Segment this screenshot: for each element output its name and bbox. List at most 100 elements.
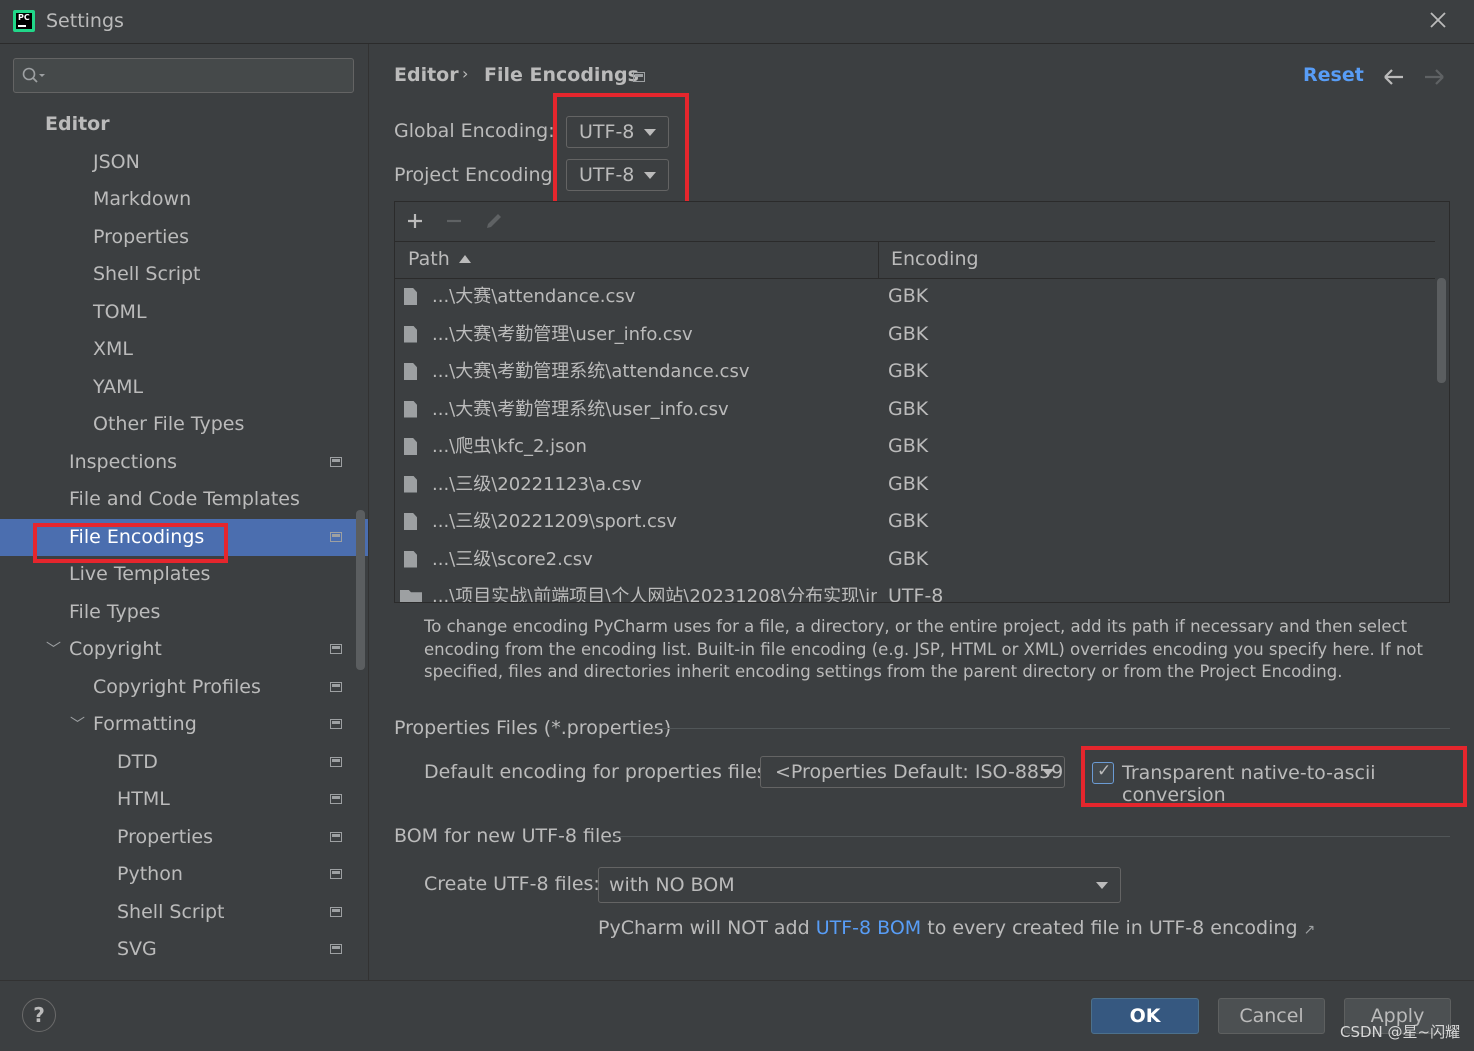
tree-item-label: TOML: [93, 301, 147, 323]
project-encoding-select[interactable]: UTF-8: [566, 159, 669, 191]
table-scrollbar[interactable]: [1435, 278, 1448, 602]
watermark: CSDN @星~闪耀: [1340, 1023, 1461, 1041]
tree-item-markdown[interactable]: Markdown: [0, 181, 368, 218]
tree-item-file-and-code-templates[interactable]: File and Code Templates: [0, 481, 368, 518]
row-encoding[interactable]: GBK: [888, 353, 928, 390]
tree-item-shell-script-formatting[interactable]: Shell Script: [0, 894, 368, 931]
row-encoding[interactable]: GBK: [888, 391, 928, 428]
row-encoding[interactable]: GBK: [888, 541, 928, 578]
table-row[interactable]: ...\三级\20221123\a.csv GBK: [395, 466, 1435, 503]
table-row[interactable]: ...\爬虫\kfc_2.json GBK: [395, 428, 1435, 465]
column-header-path[interactable]: Path: [408, 248, 450, 270]
chevron-down-icon[interactable]: ﹀: [70, 706, 85, 743]
tree-item-label: File Types: [69, 601, 161, 623]
row-encoding[interactable]: GBK: [888, 466, 928, 503]
tree-item-formatting[interactable]: ﹀ Formatting: [0, 706, 368, 743]
tree-item-label: XML: [93, 338, 133, 360]
edit-pencil-icon[interactable]: [484, 211, 504, 231]
table-row[interactable]: ...\大赛\考勤管理系统\attendance.csv GBK: [395, 353, 1435, 390]
remove-icon[interactable]: [445, 212, 463, 230]
file-icon: [404, 325, 417, 343]
tree-item-label: JSON: [93, 151, 140, 173]
file-icon: [404, 288, 417, 305]
help-button[interactable]: ?: [22, 998, 56, 1032]
tree-item-editor[interactable]: Editor: [0, 106, 368, 143]
project-scope-icon: [330, 832, 342, 842]
tree-item-svg[interactable]: SVG: [0, 931, 368, 968]
properties-encoding-value: <Properties Default: ISO-8859-1>: [775, 761, 1064, 783]
tree-item-label: Python: [117, 863, 183, 885]
project-scope-icon: [330, 719, 342, 729]
project-scope-icon: [330, 644, 342, 654]
tree-item-html[interactable]: HTML: [0, 781, 368, 818]
tree-item-label: Shell Script: [93, 263, 201, 285]
tree-item-file-encodings[interactable]: File Encodings: [0, 519, 368, 556]
tree-item-file-types[interactable]: File Types: [0, 594, 368, 631]
tree-item-python[interactable]: Python: [0, 856, 368, 893]
bom-note: PyCharm will NOT add UTF-8 BOM to every …: [598, 917, 1315, 939]
ascii-conversion-label[interactable]: Transparent native-to-ascii conversion: [1122, 762, 1474, 806]
properties-encoding-select[interactable]: <Properties Default: ISO-8859-1>: [760, 756, 1065, 788]
table-row[interactable]: ...\三级\score2.csv GBK: [395, 541, 1435, 578]
bom-note-prefix: PyCharm will NOT add: [598, 917, 810, 939]
row-encoding[interactable]: GBK: [888, 503, 928, 540]
utf8-bom-link[interactable]: UTF-8 BOM: [816, 917, 921, 939]
column-divider[interactable]: [878, 242, 879, 278]
row-path: ...\三级\20221209\sport.csv: [432, 511, 677, 532]
project-scope-icon: [330, 757, 342, 767]
project-scope-icon: [330, 457, 342, 467]
back-arrow-icon[interactable]: [1382, 66, 1406, 88]
global-encoding-select[interactable]: UTF-8: [566, 116, 669, 148]
tree-item-inspections[interactable]: Inspections: [0, 444, 368, 481]
tree-item-label: Properties: [93, 226, 190, 248]
tree-item-other-file-types[interactable]: Other File Types: [0, 406, 368, 443]
reset-link[interactable]: Reset: [1303, 64, 1364, 86]
close-icon[interactable]: [1426, 8, 1450, 32]
tree-item-label: Copyright: [69, 638, 162, 660]
tree-item-shell-script[interactable]: Shell Script: [0, 256, 368, 293]
tree-item-copyright[interactable]: ﹀ Copyright: [0, 631, 368, 668]
chevron-down-icon[interactable]: ﹀: [46, 631, 61, 668]
ok-button[interactable]: OK: [1091, 998, 1199, 1034]
external-link-icon: ↗: [1303, 922, 1316, 938]
table-scrollbar-thumb[interactable]: [1437, 278, 1446, 383]
tree-item-label: YAML: [93, 376, 144, 398]
table-row[interactable]: ...\大赛\attendance.csv GBK: [395, 278, 1435, 315]
tree-item-dtd[interactable]: DTD: [0, 744, 368, 781]
project-encoding-value: UTF-8: [579, 164, 635, 186]
row-encoding[interactable]: GBK: [888, 428, 928, 465]
row-path: ...\三级\20221123\a.csv: [432, 473, 642, 495]
table-row[interactable]: ...\大赛\考勤管理\user_info.csv GBK: [395, 316, 1435, 353]
bom-section-title: BOM for new UTF-8 files: [394, 825, 622, 847]
cancel-button[interactable]: Cancel: [1218, 998, 1325, 1034]
table-row[interactable]: ...\项目实战\前端项目\个人网站\20231208\分布实现\in UTF-8: [395, 578, 1435, 602]
tree-item-toml[interactable]: TOML: [0, 294, 368, 331]
tree-item-label: File Encodings: [69, 526, 205, 548]
search-input[interactable]: [13, 58, 354, 93]
row-path: ...\三级\score2.csv: [432, 548, 593, 570]
tree-item-properties-formatting[interactable]: Properties: [0, 819, 368, 856]
sidebar-scrollbar[interactable]: [356, 510, 365, 670]
project-scope-icon: [330, 532, 342, 542]
forward-arrow-icon[interactable]: [1422, 66, 1446, 88]
breadcrumb-editor[interactable]: Editor: [394, 64, 459, 86]
global-encoding-label: Global Encoding:: [394, 120, 555, 142]
column-header-encoding[interactable]: Encoding: [891, 248, 979, 270]
table-row[interactable]: ...\三级\20221209\sport.csv GBK: [395, 503, 1435, 540]
row-encoding[interactable]: UTF-8: [888, 578, 943, 602]
tree-item-yaml[interactable]: YAML: [0, 369, 368, 406]
add-icon[interactable]: [406, 212, 424, 230]
table-row[interactable]: ...\大赛\考勤管理系统\user_info.csv GBK: [395, 391, 1435, 428]
tree-item-xml[interactable]: XML: [0, 331, 368, 368]
tree-item-copyright-profiles[interactable]: Copyright Profiles: [0, 669, 368, 706]
row-encoding[interactable]: GBK: [888, 278, 928, 315]
tree-item-label: DTD: [117, 751, 158, 773]
row-encoding[interactable]: GBK: [888, 316, 928, 353]
tree-item-properties[interactable]: Properties: [0, 219, 368, 256]
project-scope-icon: [330, 944, 342, 954]
tree-item-live-templates[interactable]: Live Templates: [0, 556, 368, 593]
project-encoding-label: Project Encoding:: [394, 164, 560, 186]
bom-select[interactable]: with NO BOM: [598, 867, 1121, 903]
tree-item-json[interactable]: JSON: [0, 144, 368, 181]
tree-item-label: Inspections: [69, 451, 178, 473]
